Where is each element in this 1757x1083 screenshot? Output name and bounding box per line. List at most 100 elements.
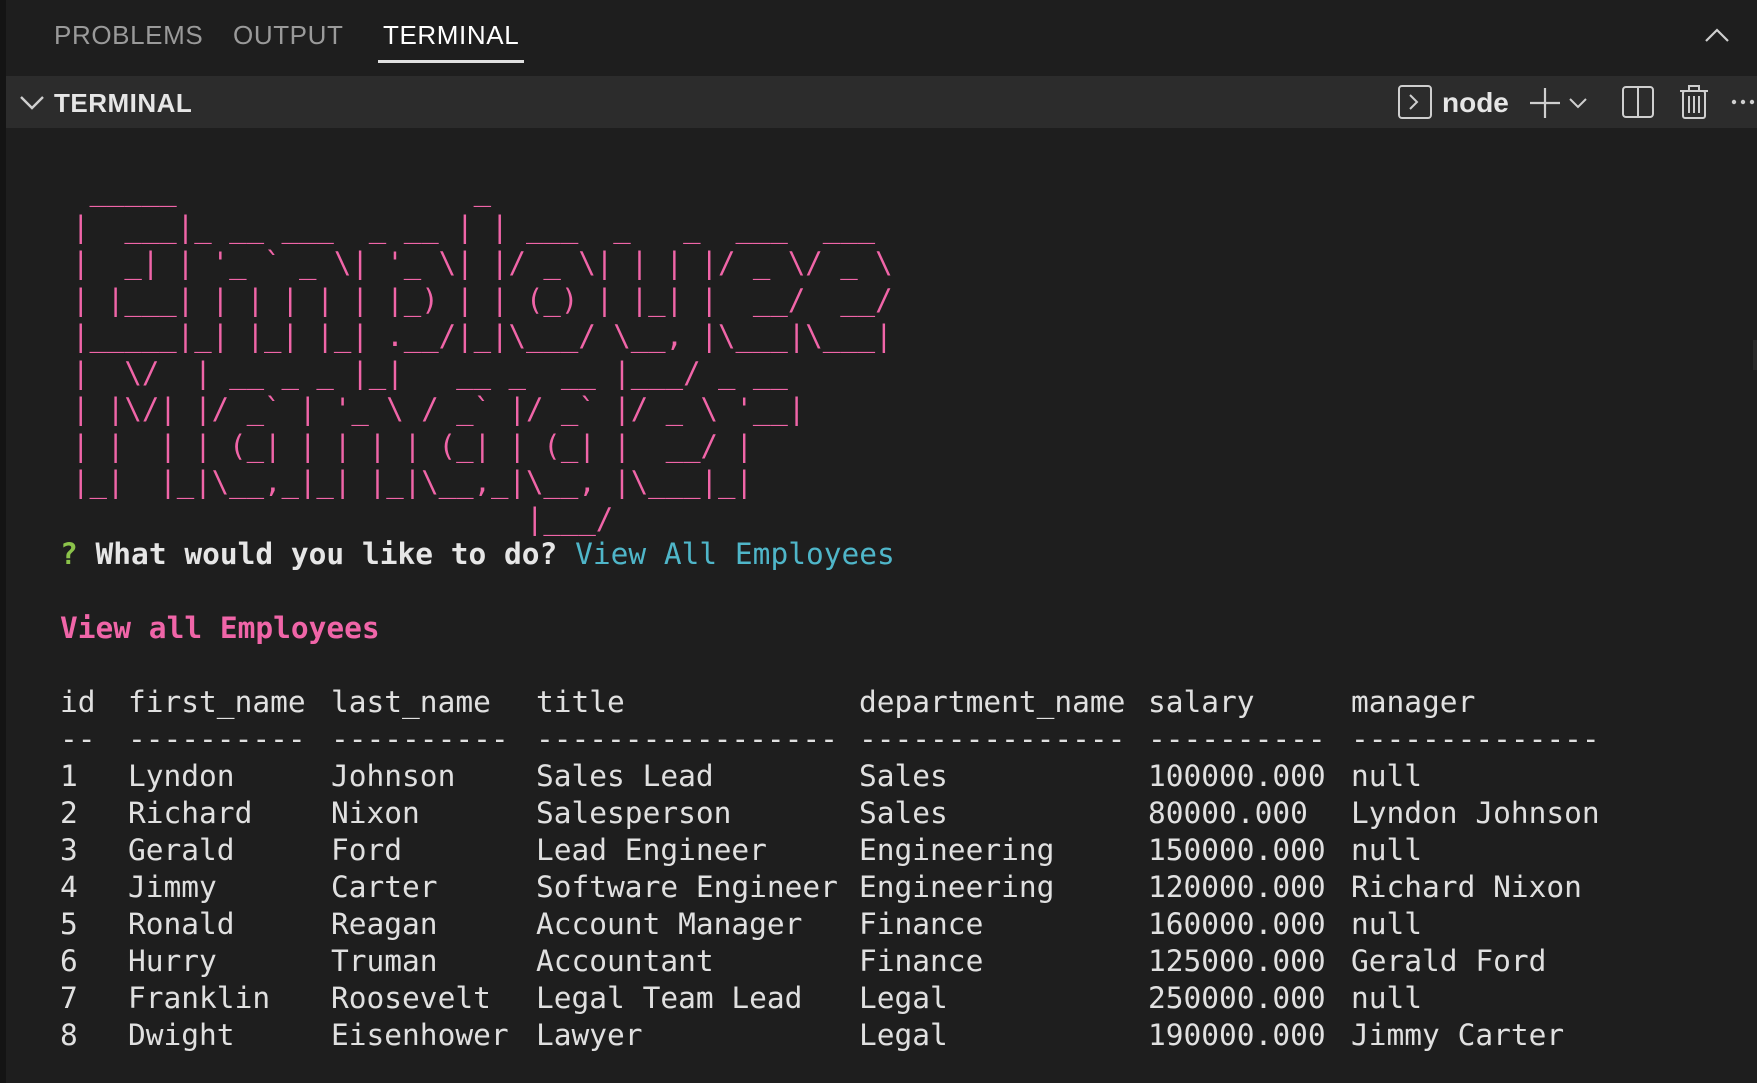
table-cell: null — [1351, 759, 1423, 793]
table-cell: 190000.000 — [1148, 1018, 1326, 1052]
scrollbar[interactable] — [1753, 340, 1757, 370]
table-cell: Finance — [859, 944, 984, 978]
table-cell: Ford — [331, 833, 403, 867]
table-cell: Carter — [331, 870, 438, 904]
chevron-down-icon[interactable] — [1567, 92, 1589, 128]
shell-selector[interactable]: node — [1442, 87, 1509, 119]
table-cell: 1 — [60, 759, 78, 793]
column-separator: ---------- — [331, 722, 509, 756]
table-header-row: id first_name last_name title department… — [60, 685, 1475, 722]
section-title: View all Employees — [60, 611, 380, 645]
table-cell: Engineering — [859, 870, 1055, 904]
table-cell: Jimmy — [128, 870, 217, 904]
panel: PROBLEMS OUTPUT TERMINAL TERMINAL node _… — [0, 0, 1757, 1083]
table-cell: Dwight — [128, 1018, 235, 1052]
table-cell: 2 — [60, 796, 78, 830]
split-icon[interactable] — [1621, 85, 1655, 121]
table-cell: Richard Nixon — [1351, 870, 1582, 904]
column-header: id — [60, 685, 96, 719]
table-cell: Software Engineer — [536, 870, 838, 904]
table-cell: Sales Lead — [536, 759, 714, 793]
table-row: 2 Richard Nixon Salesperson Sales 80000.000 Ly… — [60, 796, 1600, 833]
table-row: 6 Hurry Truman Accountant Finance 125000.000 G… — [60, 944, 1546, 981]
terminal-header: TERMINAL node — [6, 76, 1757, 128]
table-cell: Truman — [331, 944, 438, 978]
column-header: title — [536, 685, 625, 719]
table-cell: Lyndon Johnson — [1351, 796, 1600, 830]
table-cell: 125000.000 — [1148, 944, 1326, 978]
table-cell: Lyndon — [128, 759, 235, 793]
table-cell: Ronald — [128, 907, 235, 941]
column-separator: ---------- — [128, 722, 306, 756]
table-cell: 3 — [60, 833, 78, 867]
column-separator: -- — [60, 722, 96, 756]
table-cell: Lead Engineer — [536, 833, 767, 867]
terminal-section-title[interactable]: TERMINAL — [54, 88, 192, 119]
table-cell: null — [1351, 833, 1423, 867]
table-row: 7 Franklin Roosevelt Legal Team Lead Legal 25… — [60, 981, 1422, 1018]
table-cell: 120000.000 — [1148, 870, 1326, 904]
table-cell: Legal — [859, 1018, 948, 1052]
table-cell: Lawyer — [536, 1018, 643, 1052]
table-cell: Sales — [859, 796, 948, 830]
table-cell: Account Manager — [536, 907, 803, 941]
table-cell: Nixon — [331, 796, 420, 830]
prompt-mark: ? — [60, 537, 78, 571]
plus-icon[interactable] — [1528, 86, 1562, 122]
employees-table: id first_name last_name title department… — [60, 685, 1600, 1055]
column-header: salary — [1148, 685, 1255, 719]
table-separator-row: -- ---------- ---------- ---------------… — [60, 722, 1600, 759]
table-cell: Roosevelt — [331, 981, 491, 1015]
table-cell: Sales — [859, 759, 948, 793]
table-row: 5 Ronald Reagan Account Manager Finance 16000… — [60, 907, 1422, 944]
table-cell: Gerald Ford — [1351, 944, 1547, 978]
table-cell: Gerald — [128, 833, 235, 867]
table-cell: Jimmy Carter — [1351, 1018, 1565, 1052]
table-cell: Richard — [128, 796, 253, 830]
table-cell: Hurry — [128, 944, 217, 978]
table-cell: 8 — [60, 1018, 78, 1052]
tab-problems[interactable]: PROBLEMS — [54, 20, 203, 51]
table-cell: Eisenhower — [331, 1018, 509, 1052]
prompt-line: ? What would you like to do? View All Em… — [60, 537, 895, 571]
chevron-down-icon[interactable] — [18, 88, 46, 116]
tab-terminal[interactable]: TERMINAL — [377, 20, 525, 63]
table-cell: 4 — [60, 870, 78, 904]
table-cell: Finance — [859, 907, 984, 941]
column-separator: ----------------- — [536, 722, 838, 756]
table-row: 3 Gerald Ford Lead Engineer Engineering 15000… — [60, 833, 1422, 870]
trash-icon[interactable] — [1678, 84, 1710, 120]
table-cell: Salesperson — [536, 796, 732, 830]
table-row: 4 Jimmy Carter Software Engineer Engineering… — [60, 870, 1582, 907]
table-cell: Accountant — [536, 944, 714, 978]
table-body: 1 Lyndon Johnson Sales Lead Sales 100000.000 n… — [60, 759, 1600, 1055]
tab-output[interactable]: OUTPUT — [233, 20, 343, 51]
column-separator: -------------- — [1351, 722, 1600, 756]
ascii-banner: _____ _ | ___|_ __ ___ _ __ | | ___ _ _ … — [72, 173, 893, 536]
column-header: department_name — [859, 685, 1126, 719]
table-cell: Franklin — [128, 981, 271, 1015]
column-header: last_name — [331, 685, 491, 719]
table-cell: Engineering — [859, 833, 1055, 867]
table-row: 1 Lyndon Johnson Sales Lead Sales 100000.000 n… — [60, 759, 1422, 796]
prompt-question: What would you like to do? — [95, 537, 558, 571]
table-cell: null — [1351, 981, 1423, 1015]
table-cell: null — [1351, 907, 1423, 941]
terminal-icon[interactable] — [1397, 84, 1433, 120]
panel-tabbar: PROBLEMS OUTPUT TERMINAL — [6, 0, 1757, 76]
table-cell: Legal Team Lead — [536, 981, 803, 1015]
chevron-up-icon[interactable] — [1701, 20, 1733, 52]
more-icon[interactable] — [1730, 92, 1756, 128]
table-cell: Johnson — [331, 759, 456, 793]
column-separator: --------------- — [859, 722, 1126, 756]
table-cell: 160000.000 — [1148, 907, 1326, 941]
column-header: manager — [1351, 685, 1476, 719]
table-cell: 5 — [60, 907, 78, 941]
table-cell: Legal — [859, 981, 948, 1015]
column-header: first_name — [128, 685, 306, 719]
table-cell: 7 — [60, 981, 78, 1015]
prompt-answer: View All Employees — [575, 537, 895, 571]
table-cell: Reagan — [331, 907, 438, 941]
table-row: 8 Dwight Eisenhower Lawyer Legal 190000.000 Ji… — [60, 1018, 1564, 1055]
table-cell: 6 — [60, 944, 78, 978]
